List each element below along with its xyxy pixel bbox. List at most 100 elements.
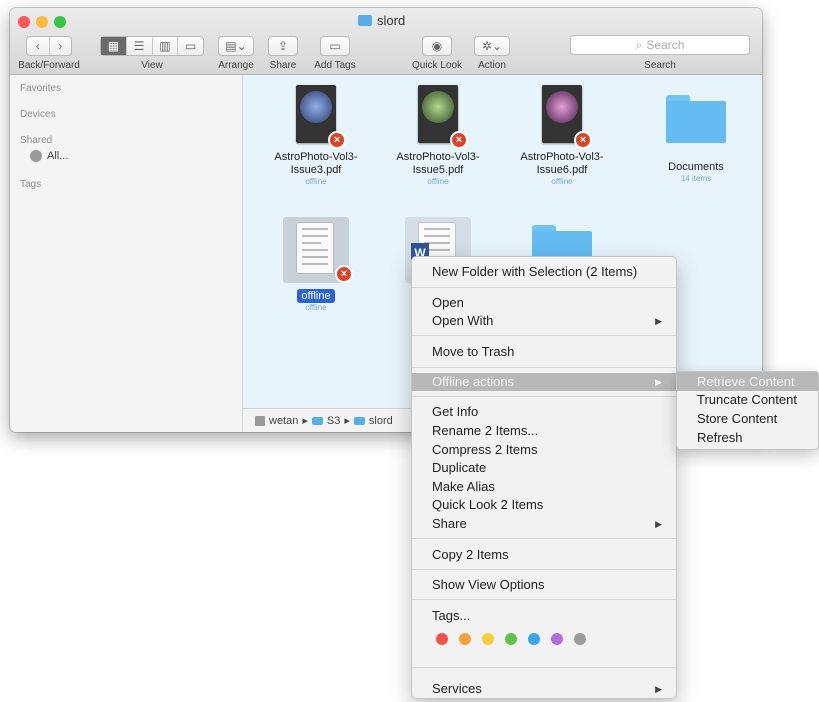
pdf-thumbnail: × xyxy=(542,85,592,149)
path-item[interactable]: wetan xyxy=(269,415,298,427)
menu-item-quick-look[interactable]: Quick Look 2 Items xyxy=(432,496,543,514)
eye-icon: ◉ xyxy=(431,39,443,53)
menu-item-open[interactable]: Open xyxy=(432,294,464,312)
file-name: AstroPhoto-Vol3- Issue3.pdf xyxy=(274,151,358,176)
close-window-button[interactable] xyxy=(18,16,30,28)
share-label: Share xyxy=(269,60,297,71)
menu-item-make-alias[interactable]: Make Alias xyxy=(432,478,495,496)
back-forward-label: Back/Forward xyxy=(18,60,80,71)
action-label: Action xyxy=(478,60,506,71)
file-status: offline xyxy=(305,177,327,186)
selected-file-item[interactable]: × offline offline xyxy=(258,217,374,312)
menu-item-copy[interactable]: Copy 2 Items xyxy=(432,546,509,564)
folder-item-count: 14 items xyxy=(680,174,712,183)
action-button[interactable]: ✲⌄ xyxy=(474,36,510,56)
submenu-item-refresh[interactable]: Refresh xyxy=(697,429,743,447)
menu-item-show-view-options[interactable]: Show View Options xyxy=(432,576,545,594)
folder-icon xyxy=(353,416,365,425)
disk-icon xyxy=(255,415,265,426)
nebula-image xyxy=(300,91,332,123)
sidebar-heading-devices[interactable]: Devices xyxy=(20,109,56,120)
tag-icon: ▭ xyxy=(329,39,341,53)
back-button[interactable]: ‹ xyxy=(27,37,50,55)
tag-color-gray[interactable] xyxy=(574,633,586,645)
menu-item-open-with[interactable]: Open With xyxy=(432,312,493,330)
minimize-window-button[interactable] xyxy=(36,16,48,28)
submenu-arrow-icon: ▶ xyxy=(655,684,662,694)
tag-color-blue[interactable] xyxy=(528,633,540,645)
add-tags-button[interactable]: ▭ xyxy=(320,36,350,56)
submenu-arrow-icon: ▶ xyxy=(655,377,662,387)
file-item[interactable]: × AstroPhoto-Vol3- Issue5.pdf offline xyxy=(380,85,496,186)
view-label: View xyxy=(141,60,163,71)
file-item[interactable]: × AstroPhoto-Vol3- Issue6.pdf offline xyxy=(504,85,620,186)
offline-badge-icon: × xyxy=(574,131,592,149)
selected-file-name[interactable]: offline xyxy=(297,289,335,303)
menu-separator xyxy=(412,367,676,368)
menu-separator xyxy=(412,287,676,288)
menu-item-duplicate[interactable]: Duplicate xyxy=(432,459,486,477)
icon-view-icon[interactable]: ▦ xyxy=(101,37,127,55)
menu-item-share[interactable]: Share xyxy=(432,515,467,533)
menu-item-rename[interactable]: Rename 2 Items... xyxy=(432,422,538,440)
path-item[interactable]: S3 xyxy=(327,415,340,427)
offline-badge-icon: × xyxy=(335,265,353,283)
pdf-thumbnail: × xyxy=(296,85,346,149)
menu-separator xyxy=(412,538,676,539)
back-forward-control: ‹ › xyxy=(26,36,72,56)
gear-icon: ✲⌄ xyxy=(481,39,503,53)
submenu-item-truncate-content[interactable]: Truncate Content xyxy=(697,391,797,409)
folder-icon xyxy=(311,416,323,425)
tag-color-orange[interactable] xyxy=(459,633,471,645)
menu-item-tags[interactable]: Tags... xyxy=(432,607,470,625)
share-icon: ⇪ xyxy=(277,39,289,53)
submenu-item-store-content[interactable]: Store Content xyxy=(697,410,777,428)
search-label: Search xyxy=(644,60,676,71)
menu-separator xyxy=(412,667,676,668)
toolbar: slord ‹ › Back/Forward ▦ ☰ ▥ ▭ View ▤⌄ A… xyxy=(10,8,762,75)
arrange-icon: ▤⌄ xyxy=(225,39,247,53)
submenu-item-retrieve-content[interactable]: Retrieve Content xyxy=(697,373,795,391)
menu-item-offline-actions[interactable]: Offline actions xyxy=(432,373,514,391)
folder-item[interactable]: Documents 14 items xyxy=(638,95,754,183)
context-menu: New Folder with Selection (2 Items) Open… xyxy=(411,256,677,699)
forward-button[interactable]: › xyxy=(50,37,72,55)
tag-color-purple[interactable] xyxy=(551,633,563,645)
menu-item-move-to-trash[interactable]: Move to Trash xyxy=(432,343,514,361)
offline-actions-submenu: Retrieve Content Truncate Content Store … xyxy=(676,371,819,450)
arrange-button[interactable]: ▤⌄ xyxy=(218,36,254,56)
menu-separator xyxy=(412,396,676,397)
list-view-icon[interactable]: ☰ xyxy=(127,37,153,55)
search-icon: ⌕ xyxy=(635,37,643,52)
menu-item-services[interactable]: Services xyxy=(432,680,482,698)
gallery-view-icon[interactable]: ▭ xyxy=(178,37,203,55)
share-button[interactable]: ⇪ xyxy=(268,36,298,56)
path-separator: ▸ xyxy=(344,415,350,427)
menu-item-get-info[interactable]: Get Info xyxy=(432,403,478,421)
nebula-image xyxy=(422,91,454,123)
tag-color-red[interactable] xyxy=(436,633,448,645)
sidebar-heading-shared[interactable]: Shared xyxy=(20,135,52,146)
file-name: AstroPhoto-Vol3- Issue6.pdf xyxy=(520,151,604,176)
zoom-window-button[interactable] xyxy=(54,16,66,28)
menu-item-compress[interactable]: Compress 2 Items xyxy=(432,441,537,459)
column-view-icon[interactable]: ▥ xyxy=(153,37,179,55)
path-separator: ▸ xyxy=(302,415,308,427)
sidebar-heading-favorites[interactable]: Favorites xyxy=(20,83,61,94)
sidebar-item-label: All... xyxy=(47,150,69,162)
file-status: offline xyxy=(305,303,327,312)
sidebar-item-all[interactable]: All... xyxy=(30,150,68,162)
arrange-label: Arrange xyxy=(218,60,254,71)
search-input[interactable]: ⌕ Search xyxy=(570,35,750,55)
menu-item-new-folder-with-selection[interactable]: New Folder with Selection (2 Items) xyxy=(432,263,637,281)
tag-color-yellow[interactable] xyxy=(482,633,494,645)
tag-color-green[interactable] xyxy=(505,633,517,645)
quick-look-button[interactable]: ◉ xyxy=(422,36,452,56)
add-tags-label: Add Tags xyxy=(314,60,356,71)
path-item[interactable]: slord xyxy=(369,415,393,427)
window-title-text: slord xyxy=(377,13,406,28)
sidebar-heading-tags[interactable]: Tags xyxy=(20,179,41,190)
file-status: offline xyxy=(551,177,573,186)
quick-look-label: Quick Look xyxy=(411,60,463,71)
file-item[interactable]: × AstroPhoto-Vol3- Issue3.pdf offline xyxy=(258,85,374,186)
